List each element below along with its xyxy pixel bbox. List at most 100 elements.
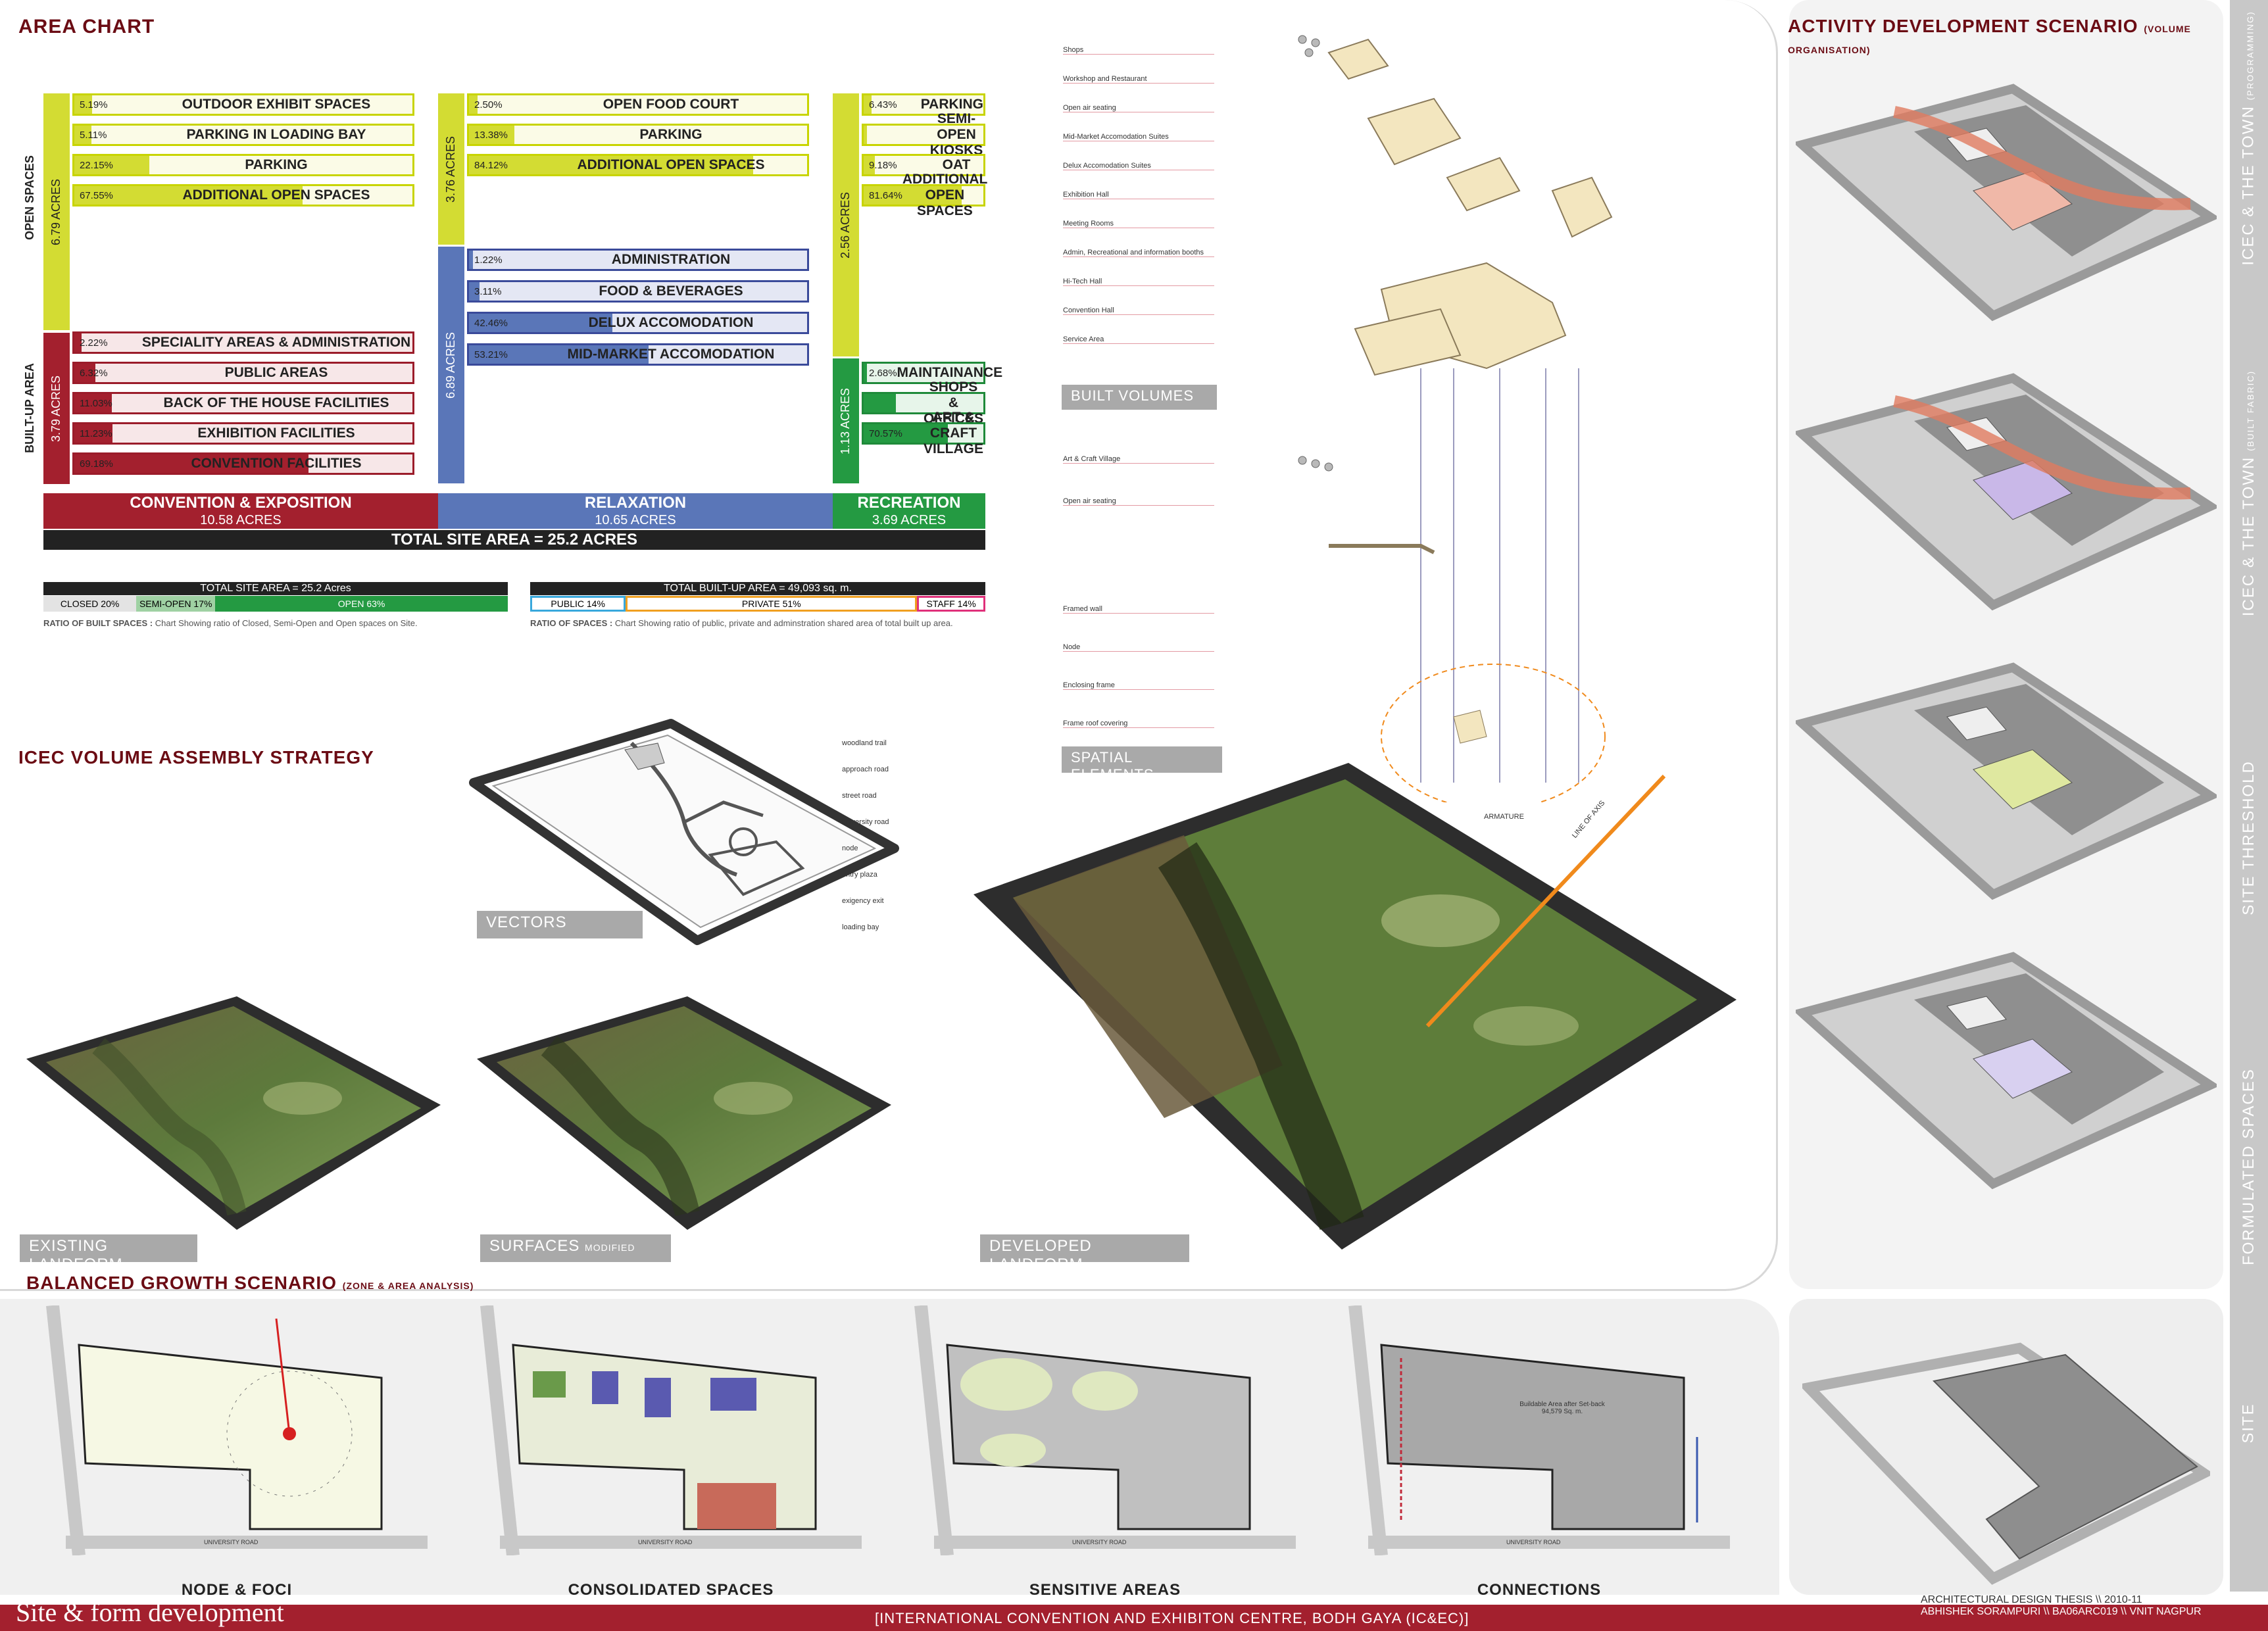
zone-relaxation: RELAXATION 10.65 ACRES xyxy=(438,493,833,529)
open-side-label: OPEN SPACES xyxy=(22,155,36,240)
surfaces-plane xyxy=(477,996,891,1230)
area-bar-pct: 13.38% xyxy=(474,129,508,141)
ratio1-bar: CLOSED 20% SEMI-OPEN 17% OPEN 63% xyxy=(43,596,508,612)
area-bar-pct: 2.68% xyxy=(869,367,897,379)
road-label: UNIVERSITY ROAD xyxy=(638,1539,693,1546)
area-bar: SEMI-OPEN KIOSKS xyxy=(862,111,985,158)
callout-label: Convention Hall xyxy=(1063,306,1214,315)
callout-label: Admin, Recreational and information boot… xyxy=(1063,249,1214,257)
area-bar: 53.21% MID-MARKET ACCOMODATION xyxy=(467,343,809,366)
growth-plan xyxy=(914,1305,1296,1555)
area-bar-pct: 3.11% xyxy=(474,285,502,297)
vectors-label: VECTORS xyxy=(477,911,643,938)
area-bar-pct: 9.18% xyxy=(869,159,897,171)
area-bar: 2.22% SPECIALITY AREAS & ADMINISTRATION xyxy=(72,331,414,354)
area-bar: 5.11% PARKING IN LOADING BAY xyxy=(72,124,414,146)
area-bar-pct: 84.12% xyxy=(474,159,508,171)
callout-label: Enclosing frame xyxy=(1063,681,1214,690)
area-bar-pct: 11.03% xyxy=(80,397,112,409)
area-chart-title: AREA CHART xyxy=(18,16,155,37)
surfaces-label: SURFACES MODIFIED LANDFORM xyxy=(480,1234,671,1271)
area-bar: 67.55% ADDITIONAL OPEN SPACES xyxy=(72,184,414,207)
area-bar-pct: 22.15% xyxy=(80,159,113,171)
developed-landform-plane xyxy=(974,763,1737,1250)
built-volumes-label: BUILT VOLUMES xyxy=(1062,385,1217,410)
area-bar: 81.64% ADDITIONAL OPEN SPACES xyxy=(862,172,987,218)
area-bar-label: ART & CRAFT VILLAGE xyxy=(924,410,984,456)
area-bar-label: BACK OF THE HOUSE FACILITIES xyxy=(163,395,389,410)
area-bar-pct: 67.55% xyxy=(80,189,113,201)
side-tab-label: SITE xyxy=(2240,1403,2257,1444)
open-acres-label: 6.79 ACRES xyxy=(49,178,63,245)
built-side-label: BUILT-UP AREA xyxy=(22,362,36,453)
area-bar: 11.03% BACK OF THE HOUSE FACILITIES xyxy=(72,392,414,414)
area-bar-pct: 53.21% xyxy=(474,349,508,360)
side-tab-label: ICEC & THE TOWN xyxy=(2240,456,2257,617)
side-tab-label: FORMULATED SPACES xyxy=(2240,1068,2258,1265)
side-tab: SITE xyxy=(2230,1348,2268,1493)
area-bar-fill xyxy=(864,126,867,144)
area-bar-pct: 2.22% xyxy=(80,337,108,349)
exploded-axon xyxy=(1298,35,1613,802)
activity-diagram xyxy=(1796,373,2217,611)
total-site-area: TOTAL SITE AREA = 25.2 ACRES xyxy=(43,530,985,550)
ratio1-closed: CLOSED 20% xyxy=(43,596,137,612)
built-acres-label: 3.79 ACRES xyxy=(49,375,63,442)
side-tab: FORMULATED SPACES xyxy=(2230,1039,2268,1289)
area-bar-label: ADDITIONAL OPEN SPACES xyxy=(577,157,765,172)
area-bar: 70.57% ART & CRAFT VILLAGE xyxy=(862,410,985,456)
side-tab: SITE THRESHOLD xyxy=(2230,710,2268,960)
relax-open-band: 3.76 ACRES xyxy=(438,93,464,245)
growth-plan xyxy=(46,1305,428,1555)
area-bar-label: PUBLIC AREAS xyxy=(224,365,328,380)
activity-title: ACTIVITY DEVELOPMENT SCENARIO (VOLUME OR… xyxy=(1788,16,2191,55)
area-bar-label: PARKING IN LOADING BAY xyxy=(186,127,366,142)
area-bar-pct: 6.43% xyxy=(869,99,897,110)
open-spaces-band: 6.79 ACRES xyxy=(43,93,70,330)
area-bar-label: OPEN FOOD COURT xyxy=(603,97,739,112)
assembly-title: ICEC VOLUME ASSEMBLY STRATEGY xyxy=(18,747,374,767)
ratio1-semi: SEMI-OPEN 17% xyxy=(136,596,216,612)
callout-label: Open air seating xyxy=(1063,104,1214,112)
area-bar-label: CONVENTION FACILITIES xyxy=(191,456,362,471)
road-label: UNIVERSITY ROAD xyxy=(1072,1539,1127,1546)
side-tab-label: SITE THRESHOLD xyxy=(2240,760,2258,915)
callout-label: Art & Craft Village xyxy=(1063,455,1214,464)
area-bar-label: PARKING xyxy=(920,97,983,112)
area-bar: 6.32% PUBLIC AREAS xyxy=(72,362,414,384)
area-bar: 5.19% OUTDOOR EXHIBIT SPACES xyxy=(72,93,414,116)
callout-label: Workshop and Restaurant xyxy=(1063,75,1214,84)
area-bar-pct: 70.57% xyxy=(869,427,902,439)
area-bar-label: OUTDOOR EXHIBIT SPACES xyxy=(182,97,371,112)
rec-built-band: 1.13 ACRES xyxy=(833,358,859,483)
callout-label: Exhibition Hall xyxy=(1063,191,1214,199)
area-bar-label: OAT xyxy=(942,157,971,172)
developed-landform-label: DEVELOPED LANDFORM xyxy=(980,1234,1189,1273)
footer-center: [INTERNATIONAL CONVENTION AND EXHIBITON … xyxy=(875,1610,1469,1626)
activity-diagram xyxy=(1796,662,2217,900)
footer-right2: ABHISHEK SORAMPURI \\ BA06ARC019 \\ VNIT… xyxy=(1921,1606,2202,1617)
area-bar-label: ADDITIONAL OPEN SPACES xyxy=(902,172,988,218)
area-bar: 3.11% FOOD & BEVERAGES xyxy=(467,280,809,303)
ratio2-staff: STAFF 14% xyxy=(917,596,985,612)
area-bar: 84.12% ADDITIONAL OPEN SPACES xyxy=(467,154,809,176)
growth-title: BALANCED GROWTH SCENARIO (ZONE & AREA AN… xyxy=(26,1273,474,1293)
ratio2-public: PUBLIC 14% xyxy=(530,596,626,612)
callout-label: Service Area xyxy=(1063,335,1214,344)
callout-label: Node xyxy=(1063,643,1214,652)
growth-panel-caption: CONNECTIONS xyxy=(1477,1581,1602,1599)
growth-plan xyxy=(480,1305,862,1555)
ratio2-private: PRIVATE 51% xyxy=(626,596,918,612)
area-bar-label: ADDITIONAL OPEN SPACES xyxy=(182,187,370,203)
callout-label: Delux Accomodation Suites xyxy=(1063,162,1214,170)
area-bar: 69.18% CONVENTION FACILITIES xyxy=(72,452,414,475)
area-bar: 1.22% ADMINISTRATION xyxy=(467,249,809,271)
area-bar-pct: 5.11% xyxy=(80,129,107,141)
zone-convention: CONVENTION & EXPOSITION 10.58 ACRES xyxy=(43,493,438,529)
ratio2-bar: PUBLIC 14% PRIVATE 51% STAFF 14% xyxy=(530,596,985,612)
side-tab-label: ICEC & THE TOWN xyxy=(2240,105,2257,266)
area-bar-pct: 5.19% xyxy=(80,99,108,110)
footer-left: Site & form development xyxy=(16,1597,284,1627)
callout-label: Open air seating xyxy=(1063,497,1214,506)
area-bar-label: ADMINISTRATION xyxy=(611,252,731,267)
